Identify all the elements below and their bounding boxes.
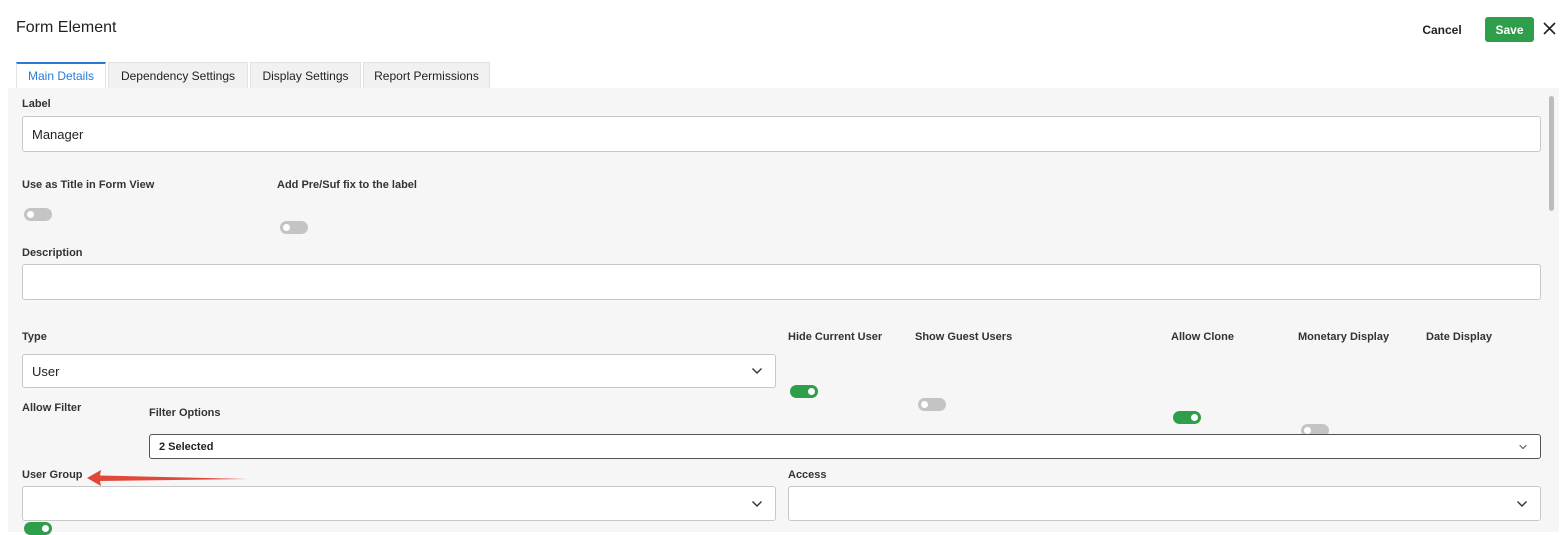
show-guest-users-label: Show Guest Users [915, 331, 1013, 343]
user-group-label: User Group [22, 469, 83, 481]
description-input[interactable] [22, 264, 1541, 300]
use-as-title-toggle[interactable] [24, 208, 52, 221]
allow-clone-label: Allow Clone [1171, 331, 1234, 343]
filter-options-value: 2 Selected [159, 440, 214, 453]
scrollbar[interactable] [1549, 96, 1554, 211]
tab-report-permissions[interactable]: Report Permissions [363, 62, 490, 88]
chevron-down-icon [752, 368, 762, 374]
allow-clone-toggle[interactable] [1173, 411, 1201, 424]
close-icon[interactable] [1538, 16, 1562, 42]
type-select-value: User [32, 363, 60, 379]
main-details-panel [8, 88, 1559, 532]
filter-options-label: Filter Options [149, 407, 221, 419]
show-guest-users-toggle[interactable] [918, 398, 946, 411]
label-input[interactable]: Manager [22, 116, 1541, 152]
label-input-value: Manager [32, 126, 84, 142]
access-select[interactable] [788, 486, 1541, 521]
cancel-button[interactable]: Cancel [1413, 20, 1471, 40]
user-group-select[interactable] [22, 486, 776, 521]
description-label: Description [22, 247, 83, 259]
chevron-down-icon [1517, 500, 1527, 507]
access-label: Access [788, 469, 827, 481]
allow-filter-label: Allow Filter [22, 402, 82, 414]
monetary-display-label: Monetary Display [1298, 331, 1390, 343]
allow-filter-toggle[interactable] [24, 522, 52, 535]
add-presuffix-toggle[interactable] [280, 221, 308, 234]
chevron-down-icon [752, 500, 762, 507]
page-title: Form Element [16, 19, 117, 36]
type-label: Type [22, 331, 47, 343]
label-field-title: Label [22, 98, 51, 110]
tab-display-settings[interactable]: Display Settings [250, 62, 361, 88]
save-button[interactable]: Save [1485, 17, 1534, 42]
date-display-label: Date Display [1426, 331, 1493, 343]
annotation-arrow-icon [87, 470, 248, 486]
hide-current-user-toggle[interactable] [790, 385, 818, 398]
tab-dependency-settings[interactable]: Dependency Settings [108, 62, 248, 88]
chevron-down-icon [1519, 444, 1527, 449]
type-select[interactable]: User [22, 354, 776, 388]
tab-main-details[interactable]: Main Details [16, 62, 106, 88]
filter-options-select[interactable]: 2 Selected [149, 434, 1541, 459]
hide-current-user-label: Hide Current User [788, 331, 883, 343]
use-as-title-label: Use as Title in Form View [22, 179, 155, 191]
add-presuffix-label: Add Pre/Suf fix to the label [277, 179, 417, 191]
